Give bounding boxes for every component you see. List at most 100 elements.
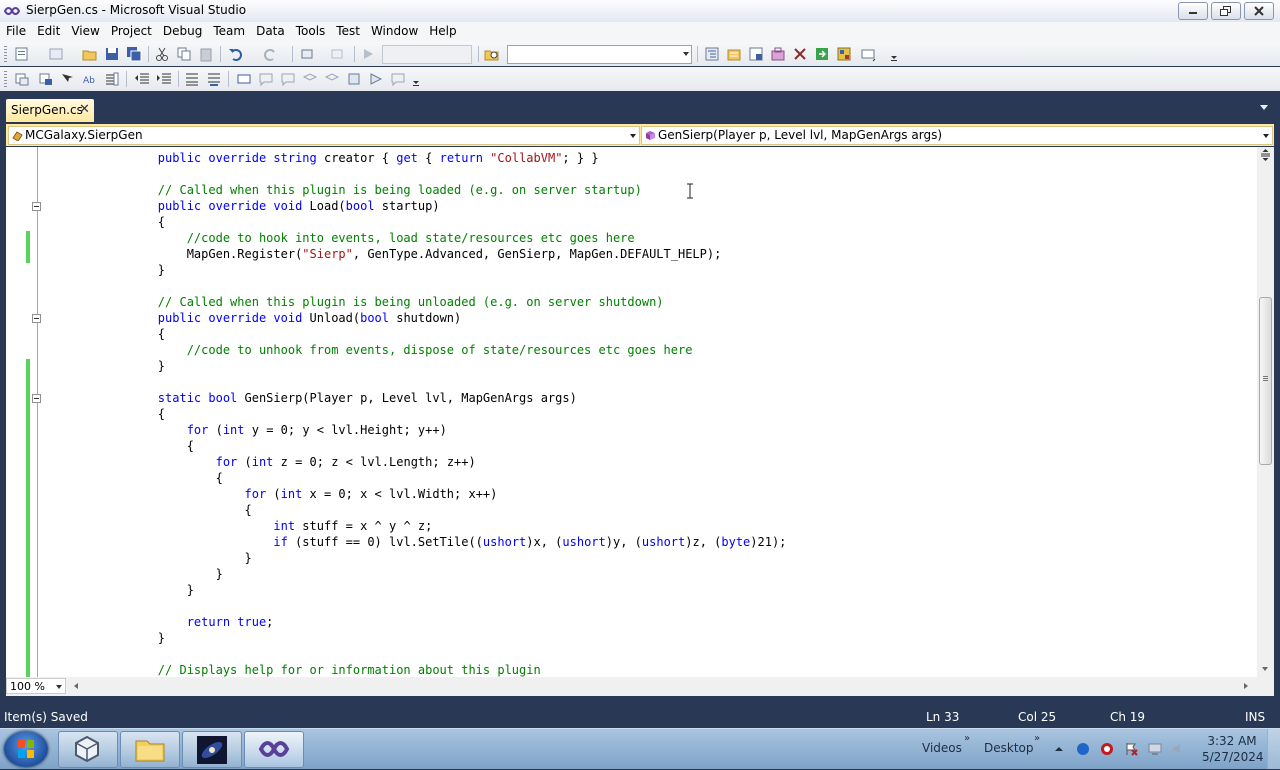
cut-icon[interactable]: [154, 46, 170, 62]
vertical-scrollbar[interactable]: [1257, 147, 1274, 677]
menu-file[interactable]: File: [0, 22, 31, 42]
show-hidden-icons-icon[interactable]: [1052, 742, 1066, 756]
toolbox-icon[interactable]: [770, 46, 786, 62]
display-icon[interactable]: [1148, 742, 1162, 756]
find-combo[interactable]: [507, 45, 692, 64]
restore-button[interactable]: [1211, 2, 1241, 20]
menu-window[interactable]: Window: [365, 22, 423, 42]
splitter-icon[interactable]: [1260, 148, 1271, 162]
code-line[interactable]: public override string creator { get { r…: [100, 150, 599, 166]
minimize-button[interactable]: [1178, 2, 1208, 20]
code-line[interactable]: MapGen.Register("Sierp", GenType.Advance…: [100, 246, 722, 262]
code-line[interactable]: for (int y = 0; y < lvl.Height; y++): [100, 422, 447, 438]
uncomment-lines-icon[interactable]: [206, 71, 222, 87]
chevron-right-icon[interactable]: »: [1034, 733, 1040, 744]
add-item-icon[interactable]: [48, 46, 64, 62]
record-icon[interactable]: [1100, 742, 1114, 756]
types-combo[interactable]: MCGalaxy.SierpGen: [8, 126, 640, 145]
code-line[interactable]: for (int z = 0; z < lvl.Length; z++): [100, 454, 476, 470]
collapse-region-button[interactable]: [32, 394, 41, 403]
scroll-down-icon[interactable]: [1262, 667, 1268, 671]
code-line[interactable]: // Called when this plugin is being load…: [100, 182, 642, 198]
comment-lines-icon[interactable]: [184, 71, 200, 87]
parameter-info-icon[interactable]: [38, 71, 54, 87]
next-bookmark-in-folder-icon[interactable]: [324, 71, 340, 87]
menu-data[interactable]: Data: [250, 22, 290, 42]
next-bookmark-icon[interactable]: [280, 71, 296, 87]
menu-debug[interactable]: Debug: [157, 22, 207, 42]
menu-tools[interactable]: Tools: [290, 22, 331, 42]
code-editor[interactable]: public override string creator { get { r…: [6, 147, 1274, 677]
paste-icon[interactable]: [198, 46, 214, 62]
close-tab-icon[interactable]: ✕: [79, 102, 90, 117]
code-line[interactable]: public override void Unload(bool shutdow…: [100, 310, 461, 326]
code-line[interactable]: //code to hook into events, load state/r…: [100, 230, 635, 246]
code-line[interactable]: public override void Load(bool startup): [100, 198, 440, 214]
tab-list-dropdown-icon[interactable]: [1260, 105, 1268, 110]
code-line[interactable]: static bool GenSierp(Player p, Level lvl…: [100, 390, 577, 406]
code-line[interactable]: int stuff = x ^ y ^ z;: [100, 518, 432, 534]
menu-edit[interactable]: Edit: [31, 22, 65, 42]
decrease-indent-icon[interactable]: [134, 71, 150, 87]
volume-icon[interactable]: [1172, 742, 1186, 756]
customize-toolbar-icon[interactable]: [408, 71, 424, 87]
code-line[interactable]: for (int x = 0; x < lvl.Width; x++): [100, 486, 497, 502]
system-clock[interactable]: 3:32 AM 5/27/2024: [1202, 733, 1264, 765]
toolbar-grip[interactable]: [4, 71, 7, 87]
collapse-region-button[interactable]: [32, 314, 41, 323]
scroll-left-icon[interactable]: [74, 683, 78, 689]
code-line[interactable]: }: [100, 262, 165, 278]
find-in-files-icon[interactable]: [484, 46, 500, 62]
show-desktop-button[interactable]: [1267, 729, 1280, 769]
copy-icon[interactable]: [176, 46, 192, 62]
code-line[interactable]: }: [100, 550, 251, 566]
code-line[interactable]: {: [100, 470, 223, 486]
taskbar-item-explorer[interactable]: [120, 731, 180, 768]
code-line[interactable]: {: [100, 326, 165, 342]
toolbar-desktop[interactable]: Desktop: [984, 741, 1034, 755]
code-line[interactable]: }: [100, 582, 194, 598]
menu-test[interactable]: Test: [330, 22, 365, 42]
scroll-right-icon[interactable]: [1244, 683, 1248, 689]
code-line[interactable]: {: [100, 438, 194, 454]
solution-explorer-icon[interactable]: [704, 46, 720, 62]
next-bookmark-in-document-icon[interactable]: [368, 71, 384, 87]
code-line[interactable]: // Displays help for or information abou…: [100, 662, 541, 677]
save-icon[interactable]: [104, 46, 120, 62]
code-line[interactable]: {: [100, 406, 165, 422]
members-combo[interactable]: GenSierp(Player p, Level lvl, MapGenArgs…: [641, 126, 1273, 145]
code-line[interactable]: }: [100, 630, 165, 646]
network-status-icon[interactable]: [1076, 742, 1090, 756]
undo-icon[interactable]: [228, 46, 244, 62]
action-center-flag-icon[interactable]: [1124, 742, 1138, 756]
close-button[interactable]: [1244, 2, 1274, 20]
redo-icon[interactable]: [262, 46, 278, 62]
navigate-backward-icon[interactable]: [300, 46, 316, 62]
code-line[interactable]: {: [100, 214, 165, 230]
navigate-forward-icon[interactable]: [330, 46, 346, 62]
extension-manager-icon[interactable]: [814, 46, 830, 62]
toolbar-options-icon[interactable]: [860, 46, 876, 62]
command-window-icon[interactable]: [836, 46, 852, 62]
word-completion-icon[interactable]: Ab: [82, 71, 98, 87]
code-line[interactable]: //code to unhook from events, dispose of…: [100, 342, 693, 358]
object-browser-icon[interactable]: [748, 46, 764, 62]
toolbar-videos[interactable]: Videos: [922, 741, 962, 755]
start-page-icon[interactable]: [792, 46, 808, 62]
open-file-icon[interactable]: [82, 46, 98, 62]
display-word-completion-icon[interactable]: [104, 71, 120, 87]
clear-bookmarks-icon[interactable]: [390, 71, 406, 87]
code-line[interactable]: // Called when this plugin is being unlo…: [100, 294, 664, 310]
code-line[interactable]: return true;: [100, 614, 274, 630]
taskbar-item-virtualbox[interactable]: [58, 731, 118, 768]
start-debugging-icon[interactable]: [360, 46, 376, 62]
tab-sierpgen[interactable]: SierpGen.cs ✕: [6, 99, 94, 122]
properties-icon[interactable]: [726, 46, 742, 62]
chevron-right-icon[interactable]: »: [964, 733, 970, 744]
toggle-bookmark-icon[interactable]: [236, 71, 252, 87]
previous-bookmark-in-document-icon[interactable]: [346, 71, 362, 87]
solution-configuration-combo[interactable]: [382, 45, 472, 64]
quick-info-icon[interactable]: [60, 71, 76, 87]
menu-team[interactable]: Team: [207, 22, 250, 42]
save-all-icon[interactable]: [126, 46, 142, 62]
